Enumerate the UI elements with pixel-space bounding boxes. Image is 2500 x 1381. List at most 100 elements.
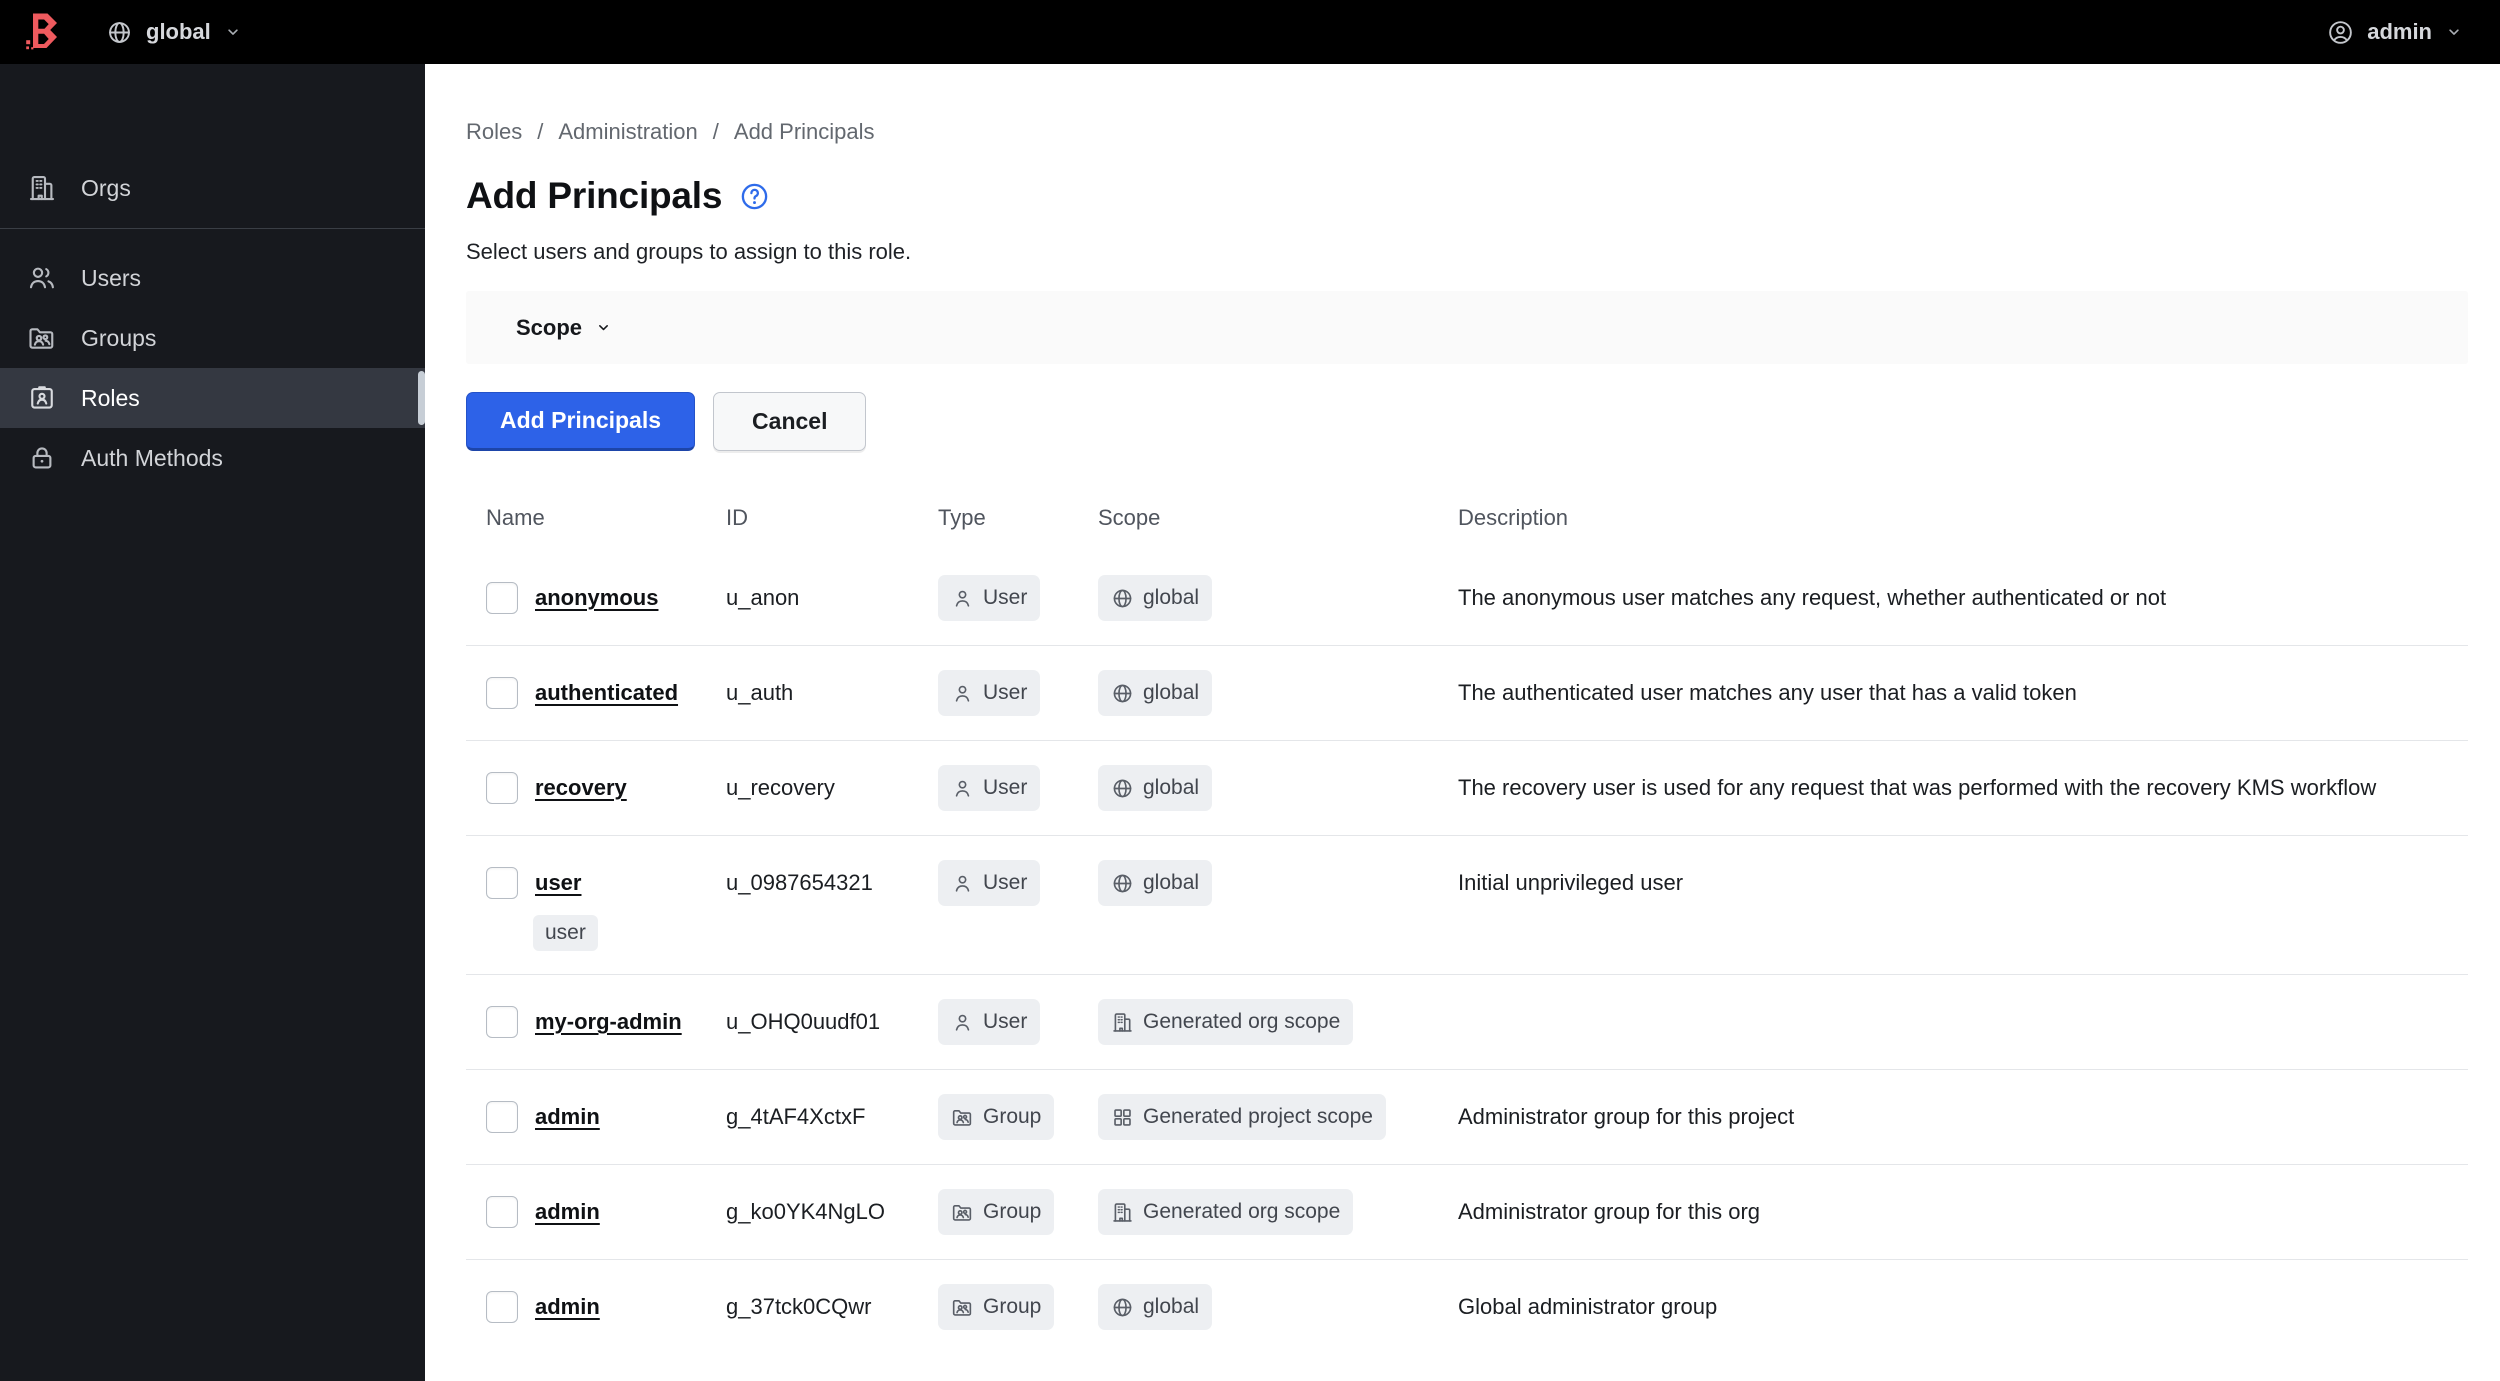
id-cell: u_OHQ0uudf01 — [726, 1009, 881, 1034]
row-checkbox[interactable] — [486, 1196, 518, 1228]
principal-name-link[interactable]: admin — [535, 1294, 600, 1320]
principal-name-link[interactable]: anonymous — [535, 585, 658, 611]
scope-filter-dropdown[interactable]: Scope — [516, 315, 612, 341]
type-cell: User — [938, 764, 1098, 812]
scope-badge: global — [1098, 575, 1213, 621]
scope-picker-button[interactable]: global — [106, 19, 242, 46]
principal-name-link[interactable]: my-org-admin — [535, 1009, 682, 1035]
table-row: admin g_ko0YK4NgLO Group Generated org s… — [466, 1164, 2468, 1259]
row-checkbox[interactable] — [486, 1006, 518, 1038]
user-icon — [951, 872, 974, 895]
globe-icon — [1111, 1296, 1134, 1319]
type-badge: User — [938, 575, 1041, 621]
column-header-type: Type — [938, 505, 986, 530]
principal-name-link[interactable]: recovery — [535, 775, 627, 801]
row-checkbox[interactable] — [486, 772, 518, 804]
group-icon — [951, 1296, 974, 1319]
scope-badge: global — [1098, 765, 1213, 811]
scope-badge: Generated org scope — [1098, 1189, 1354, 1235]
breadcrumb-separator: / — [537, 119, 544, 144]
sidebar-item-users[interactable]: Users — [0, 248, 425, 308]
globe-icon — [1111, 587, 1134, 610]
type-cell: User — [938, 859, 1098, 907]
table-header: Name ID Type Scope Description — [466, 491, 2468, 551]
table-row: authenticated u_auth User global The aut… — [466, 645, 2468, 740]
account-tag: user — [533, 915, 598, 951]
column-header-description: Description — [1458, 505, 1569, 530]
boundary-logo-icon[interactable] — [25, 12, 60, 52]
description-cell: The anonymous user matches any request, … — [1458, 585, 2167, 610]
role-badge-icon — [27, 383, 57, 413]
scope-badge: Generated org scope — [1098, 999, 1354, 1045]
cancel-button[interactable]: Cancel — [713, 392, 867, 451]
scope-cell: global — [1098, 859, 1458, 907]
type-badge: Group — [938, 1189, 1055, 1235]
row-checkbox[interactable] — [486, 1101, 518, 1133]
add-principals-button[interactable]: Add Principals — [466, 392, 696, 451]
user-icon — [951, 682, 974, 705]
id-cell: u_auth — [726, 680, 794, 705]
name-cell: my-org-admin — [466, 998, 726, 1046]
description-cell: Administrator group for this project — [1458, 1104, 1795, 1129]
column-header-scope: Scope — [1098, 505, 1161, 530]
form-actions: Add Principals Cancel — [466, 392, 2468, 451]
scope-badge: global — [1098, 860, 1213, 906]
globe-icon — [106, 19, 133, 46]
sidebar-item-label: Groups — [81, 324, 157, 351]
row-checkbox[interactable] — [486, 1291, 518, 1323]
breadcrumb-link-roles[interactable]: Roles — [466, 119, 522, 145]
description-cell: The authenticated user matches any user … — [1458, 680, 2077, 705]
user-icon — [951, 1011, 974, 1034]
breadcrumb-link-administration[interactable]: Administration — [558, 119, 697, 145]
description-cell: Initial unprivileged user — [1458, 870, 1684, 895]
scope-filter-label: Scope — [516, 314, 583, 340]
scope-picker-label: global — [146, 19, 211, 44]
sidebar-item-groups[interactable]: Groups — [0, 308, 425, 368]
globe-icon — [1111, 682, 1134, 705]
grid-icon — [1111, 1106, 1134, 1129]
help-button[interactable] — [739, 181, 770, 212]
row-checkbox[interactable] — [486, 582, 518, 614]
scope-cell: global — [1098, 764, 1458, 812]
row-checkbox[interactable] — [486, 677, 518, 709]
filter-bar: Scope — [466, 291, 2468, 364]
principal-name-link[interactable]: authenticated — [535, 680, 678, 706]
sidebar-item-auth-methods[interactable]: Auth Methods — [0, 428, 425, 488]
column-header-id: ID — [726, 505, 748, 530]
building-icon — [1111, 1011, 1134, 1034]
type-cell: Group — [938, 1188, 1098, 1236]
sidebar-item-orgs[interactable]: Orgs — [0, 158, 425, 218]
table-row: my-org-admin u_OHQ0uudf01 User Generated… — [466, 974, 2468, 1069]
group-icon — [951, 1201, 974, 1224]
principal-name-link[interactable]: user — [535, 870, 581, 896]
id-cell: u_anon — [726, 585, 800, 610]
row-checkbox[interactable] — [486, 867, 518, 899]
type-badge: User — [938, 670, 1041, 716]
id-cell: g_ko0YK4NgLO — [726, 1199, 885, 1224]
sidebar-item-roles[interactable]: Roles — [0, 368, 425, 428]
sidebar-scrollbar-thumb[interactable] — [418, 371, 425, 425]
breadcrumb-current: Add Principals — [733, 119, 875, 144]
type-cell: User — [938, 574, 1098, 622]
id-cell: g_4tAF4XctxF — [726, 1104, 866, 1129]
breadcrumb-separator: / — [712, 119, 719, 144]
group-icon — [951, 1106, 974, 1129]
scope-cell: global — [1098, 574, 1458, 622]
user-menu-button[interactable]: admin — [2327, 19, 2463, 46]
table-row: recovery u_recovery User global The reco… — [466, 740, 2468, 835]
page-title: Add Principals — [466, 175, 723, 216]
sidebar-nav: Orgs Users Groups Roles Auth Methods — [0, 158, 425, 488]
main-content: Roles / Administration / Add Principals … — [425, 64, 2500, 1381]
scope-cell: Generated org scope — [1098, 1188, 1458, 1236]
chevron-down-icon — [2445, 23, 2463, 41]
account-icon — [2327, 19, 2354, 46]
principal-name-link[interactable]: admin — [535, 1199, 600, 1225]
title-row: Add Principals — [466, 175, 2468, 217]
sidebar-item-label: Users — [81, 264, 142, 291]
id-cell: u_recovery — [726, 775, 835, 800]
principal-name-link[interactable]: admin — [535, 1104, 600, 1130]
scope-cell: Generated project scope — [1098, 1093, 1458, 1141]
name-cell: admin — [466, 1283, 726, 1331]
description-cell: Global administrator group — [1458, 1294, 1718, 1319]
name-cell: admin — [466, 1188, 726, 1236]
